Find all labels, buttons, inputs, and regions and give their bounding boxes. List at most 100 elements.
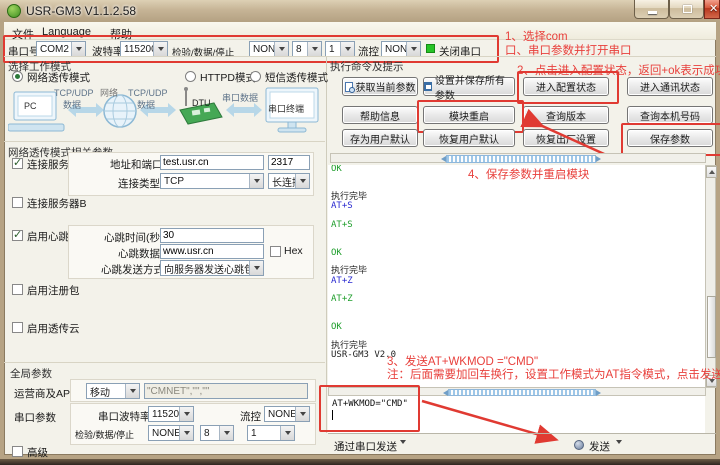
serial-parity-select[interactable]: NONE xyxy=(148,425,194,441)
log-line xyxy=(328,314,705,323)
diagram-link1-bottom-label: 数据 xyxy=(63,98,81,111)
maximize-button[interactable] xyxy=(669,0,704,19)
log-line: AT+S xyxy=(328,202,705,211)
port-open-indicator xyxy=(426,44,435,53)
parity-select[interactable]: NONE xyxy=(249,41,289,57)
chevron-down-icon xyxy=(125,384,139,398)
annotation-4: 4、保存参数并重启模块 xyxy=(468,166,589,182)
chevron-down-icon xyxy=(153,42,167,56)
log-line xyxy=(328,184,705,193)
help-info-button[interactable]: 帮助信息 xyxy=(342,106,418,124)
stopbits-select[interactable]: 1 xyxy=(325,41,355,57)
enter-comm-state-button[interactable]: 进入通讯状态 xyxy=(627,77,713,96)
diagram-link2-top-label: TCP/UDP xyxy=(128,88,168,98)
server-a-checkbox[interactable] xyxy=(12,158,23,169)
log-line xyxy=(328,211,705,220)
chevron-down-icon[interactable] xyxy=(616,444,622,456)
save-as-user-default-button[interactable]: 存为用户默认 xyxy=(342,129,418,147)
hex-label: Hex xyxy=(284,245,303,257)
serial-baud-label: 串口波特率 xyxy=(98,409,151,424)
log-line: AT+Z xyxy=(328,295,705,304)
server-a-port-input[interactable] xyxy=(268,155,310,170)
com-port-select[interactable]: COM2 xyxy=(36,41,86,57)
query-phone-number-button[interactable]: 查询本机号码 xyxy=(627,106,713,124)
databits-select[interactable]: 8 xyxy=(292,41,322,57)
diagram-pc-label: PC xyxy=(24,101,37,111)
carrier-select[interactable]: 移动 xyxy=(86,383,140,399)
read-params-icon xyxy=(345,82,353,92)
register-checkbox[interactable] xyxy=(12,284,23,295)
serial-databits-select[interactable]: 8 xyxy=(200,425,234,441)
set-save-all-params-button[interactable]: 设置并保存所有参数 xyxy=(423,77,515,96)
serial-params-label: 串口参数 xyxy=(14,410,56,425)
restore-user-default-button[interactable]: 恢复用户默认 xyxy=(423,129,515,147)
chevron-down-icon xyxy=(179,407,193,421)
diagram-dtu-label: DTU xyxy=(192,98,211,108)
keepalive-select[interactable]: 长连接 xyxy=(268,173,310,189)
server-a-address-input[interactable] xyxy=(160,155,264,170)
chevron-down-icon[interactable] xyxy=(400,444,406,456)
read-params-button[interactable]: 获取当前参数 xyxy=(342,77,418,96)
chevron-down-icon xyxy=(249,261,263,275)
diagram-terminal-label: 串口终端 xyxy=(268,102,304,115)
heartbeat-checkbox[interactable] xyxy=(12,230,23,241)
hex-checkbox[interactable] xyxy=(270,246,281,257)
log-line xyxy=(328,230,705,239)
window-title: USR-GM3 V1.1.2.58 xyxy=(26,4,136,18)
menu-language[interactable]: Language xyxy=(38,25,95,39)
send-via-serial-dropdown[interactable]: 通过串口发送 xyxy=(334,439,397,454)
module-restart-button[interactable]: 模块重启 xyxy=(423,106,515,124)
command-area-hscrollbar[interactable] xyxy=(330,153,706,163)
radio-net-transparent-label: 网络透传模式 xyxy=(27,70,90,85)
serial-flow-label: 流控 xyxy=(240,409,261,424)
vscrollbar-thumb[interactable] xyxy=(707,296,716,358)
apn-label: 运营商及APN xyxy=(14,386,78,401)
serial-baud-select[interactable]: 115200 xyxy=(148,406,194,422)
chevron-down-icon xyxy=(71,42,85,56)
save-params-button[interactable]: 保存参数 xyxy=(627,129,713,147)
server-b-checkbox[interactable] xyxy=(12,197,23,208)
heartbeat-data-input[interactable] xyxy=(160,244,264,259)
send-button[interactable]: 发送 xyxy=(589,439,610,454)
section-exec-commands: 执行命令及提示 xyxy=(330,59,404,74)
radio-sms-mode[interactable] xyxy=(250,71,261,82)
annotation-arrow-send xyxy=(412,393,572,451)
log-line xyxy=(328,239,705,248)
title-bar: USR-GM3 V1.1.2.58 xyxy=(0,0,720,22)
log-line xyxy=(328,332,705,341)
log-line xyxy=(328,286,705,295)
advanced-checkbox[interactable] xyxy=(12,446,23,457)
scroll-up-icon[interactable] xyxy=(706,166,717,178)
server-b-label: 连接服务器B xyxy=(27,196,87,211)
chevron-down-icon xyxy=(219,426,233,440)
enter-config-state-button[interactable]: 进入配置状态 xyxy=(523,77,609,96)
menu-file[interactable]: 文件 xyxy=(8,25,38,43)
chevron-down-icon xyxy=(340,42,354,56)
annotation-3-line2: 注：后面需要加回车换行，设置工作模式为AT指令模式，点击发送 xyxy=(387,366,720,382)
diagram-link1-top-label: TCP/UDP xyxy=(54,88,94,98)
conn-type-select[interactable]: TCP xyxy=(160,173,264,189)
cloud-checkbox[interactable] xyxy=(12,322,23,333)
register-label: 启用注册包 xyxy=(27,283,80,298)
close-button[interactable]: ✕ xyxy=(704,0,720,19)
serial-stopbits-select[interactable]: 1 xyxy=(247,425,295,441)
heartbeat-time-input[interactable] xyxy=(160,228,264,243)
log-line: OK xyxy=(328,249,705,258)
diagram-network-label: 网络 xyxy=(100,86,118,99)
flow-select[interactable]: NONE xyxy=(381,41,421,57)
chevron-down-icon xyxy=(274,42,288,56)
minimize-icon xyxy=(648,11,657,14)
radio-net-transparent-mode[interactable] xyxy=(12,71,23,82)
hscrollbar-thumb[interactable] xyxy=(446,155,596,163)
baud-select[interactable]: 115200 xyxy=(120,41,168,57)
diagram-link2-bottom-label: 数据 xyxy=(137,98,155,111)
log-vscrollbar[interactable] xyxy=(705,165,716,388)
serial-flow-select[interactable]: NONE xyxy=(264,406,310,422)
radio-httpd-mode[interactable] xyxy=(185,71,196,82)
chevron-down-icon xyxy=(295,174,309,188)
conn-type-label: 连接类型 xyxy=(118,176,160,191)
app-icon xyxy=(7,4,21,18)
log-line: 执行完毕 xyxy=(328,193,705,202)
heartbeat-mode-select[interactable]: 向服务器发送心跳包 xyxy=(160,260,264,276)
minimize-button[interactable] xyxy=(634,0,669,19)
